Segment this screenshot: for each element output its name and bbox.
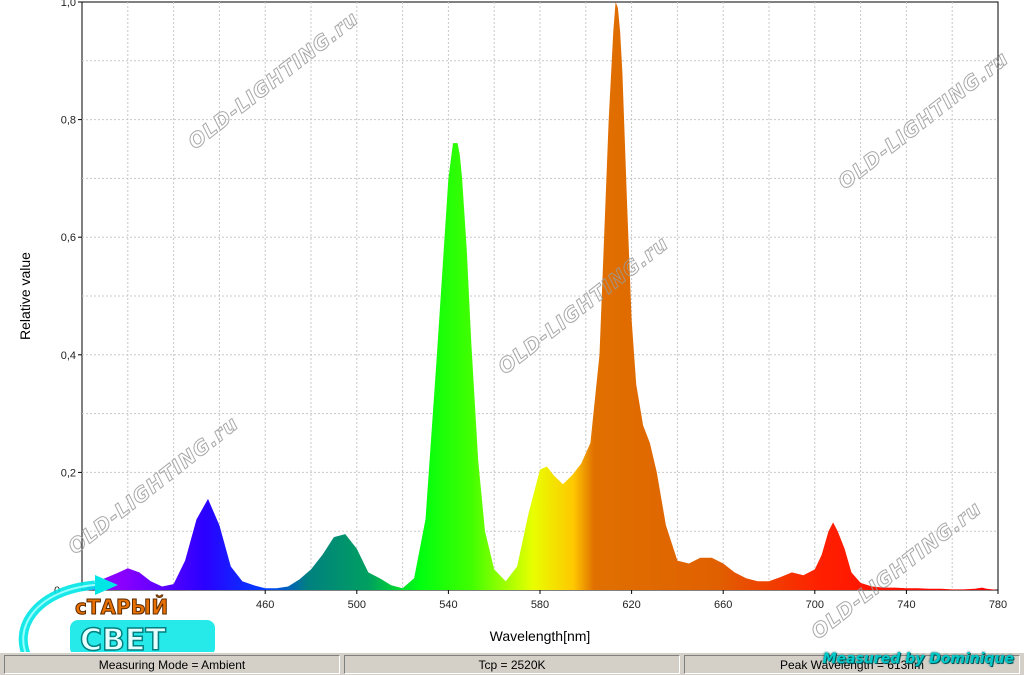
logo-text-top: сТАРЫЙ bbox=[75, 595, 168, 619]
x-axis-title: Wavelength[nm] bbox=[490, 628, 591, 644]
x-tick-label: 660 bbox=[714, 599, 732, 611]
credit-text: Measured by Dominique bbox=[822, 651, 1014, 667]
x-tick-label: 580 bbox=[531, 599, 549, 611]
x-tick-label: 500 bbox=[348, 599, 366, 611]
status-tcp: Tcp = 2520K bbox=[344, 655, 680, 674]
y-axis-ticks: 0,2 0,4 0,6 0,8 1,0 bbox=[61, 0, 82, 479]
x-axis-ticks: 460 500 540 580 620 660 700 740 780 bbox=[256, 590, 1007, 611]
x-tick-label: 460 bbox=[256, 599, 274, 611]
logo: сТАРЫЙ СВЕТ bbox=[18, 575, 215, 665]
y-tick-label: 0,6 bbox=[61, 232, 76, 244]
x-tick-label: 740 bbox=[897, 599, 915, 611]
x-tick-label: 780 bbox=[989, 599, 1007, 611]
x-tick-label: 700 bbox=[806, 599, 824, 611]
x-tick-label: 620 bbox=[622, 599, 640, 611]
x-tick-label: 540 bbox=[439, 599, 457, 611]
y-tick-label: 1,0 bbox=[61, 0, 76, 9]
y-tick-label: 0,2 bbox=[61, 467, 76, 479]
y-axis-title: Relative value bbox=[17, 252, 33, 340]
spectrum-chart: 460 500 540 580 620 660 700 740 780 0,2 0,4 0,6 0,8… bbox=[17, 0, 1014, 644]
y-tick-label: 0,4 bbox=[61, 350, 76, 362]
y-tick-label: 0,8 bbox=[61, 115, 76, 127]
status-measuring-mode: Measuring Mode = Ambient bbox=[4, 655, 340, 674]
